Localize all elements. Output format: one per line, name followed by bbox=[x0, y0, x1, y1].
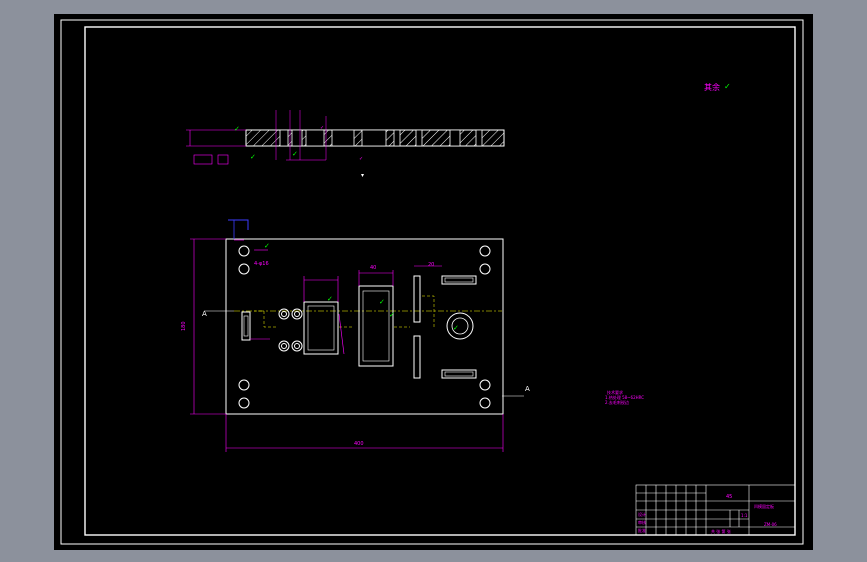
svg-text:✓: ✓ bbox=[234, 125, 240, 133]
dim-overall-width: 180 bbox=[181, 321, 187, 331]
section-view: ✓ ✓ ✓ ✓ ✓ bbox=[186, 110, 505, 165]
title-drawing-no: ZM-06 bbox=[764, 522, 777, 527]
roughness-note: 其余 bbox=[704, 82, 720, 92]
svg-text:✓: ✓ bbox=[327, 295, 333, 303]
pocket-1 bbox=[303, 301, 339, 355]
outer-border bbox=[60, 19, 804, 545]
svg-text:✓: ✓ bbox=[453, 324, 459, 332]
svg-text:✓: ✓ bbox=[359, 156, 363, 162]
cursor-marker: ▾ bbox=[361, 172, 364, 179]
title-checker: 审核 bbox=[638, 519, 646, 525]
title-designer: 设计 bbox=[638, 511, 646, 517]
svg-text:✓: ✓ bbox=[389, 311, 395, 319]
title-block bbox=[635, 484, 796, 536]
title-approver: 批准 bbox=[638, 527, 646, 533]
dim-overall-length: 400 bbox=[354, 441, 364, 447]
dim-slot: 20 bbox=[428, 262, 434, 268]
section-marker-right: A bbox=[525, 385, 530, 393]
cad-viewport[interactable]: 其余 ✓ ✓ ✓ ✓ ✓ ✓ ✓ ✓ ✓ ✓ ✓ 400 180 4-φ16 4… bbox=[54, 14, 813, 550]
svg-text:✓: ✓ bbox=[320, 125, 324, 131]
inner-border bbox=[84, 26, 796, 536]
section-marker-left: A bbox=[202, 310, 207, 318]
plan-view: ✓ ✓ ✓ ✓ ✓ bbox=[190, 219, 524, 452]
title-scale: 1:1 bbox=[741, 513, 748, 518]
svg-text:✓: ✓ bbox=[379, 298, 385, 306]
title-material: 45 bbox=[726, 494, 732, 500]
svg-text:✓: ✓ bbox=[250, 153, 256, 161]
tech-req-line-2: 2.去毛刺锐边 bbox=[605, 399, 629, 405]
svg-text:✓: ✓ bbox=[292, 150, 298, 158]
dim-pocket: 40 bbox=[370, 265, 376, 271]
svg-text:✓: ✓ bbox=[264, 242, 270, 250]
dim-hole: 4-φ16 bbox=[254, 261, 269, 267]
counterbore bbox=[446, 312, 474, 340]
drawing-canvas: 其余 ✓ ✓ ✓ ✓ ✓ ✓ ✓ ✓ ✓ ✓ ✓ 400 180 4-φ16 4… bbox=[60, 19, 804, 545]
roughness-symbol-icon: ✓ bbox=[724, 82, 731, 91]
title-part-name: 凹模固定板 bbox=[754, 503, 774, 509]
title-sheet: 共 张 第 张 bbox=[711, 528, 731, 534]
pocket-2 bbox=[358, 285, 394, 367]
